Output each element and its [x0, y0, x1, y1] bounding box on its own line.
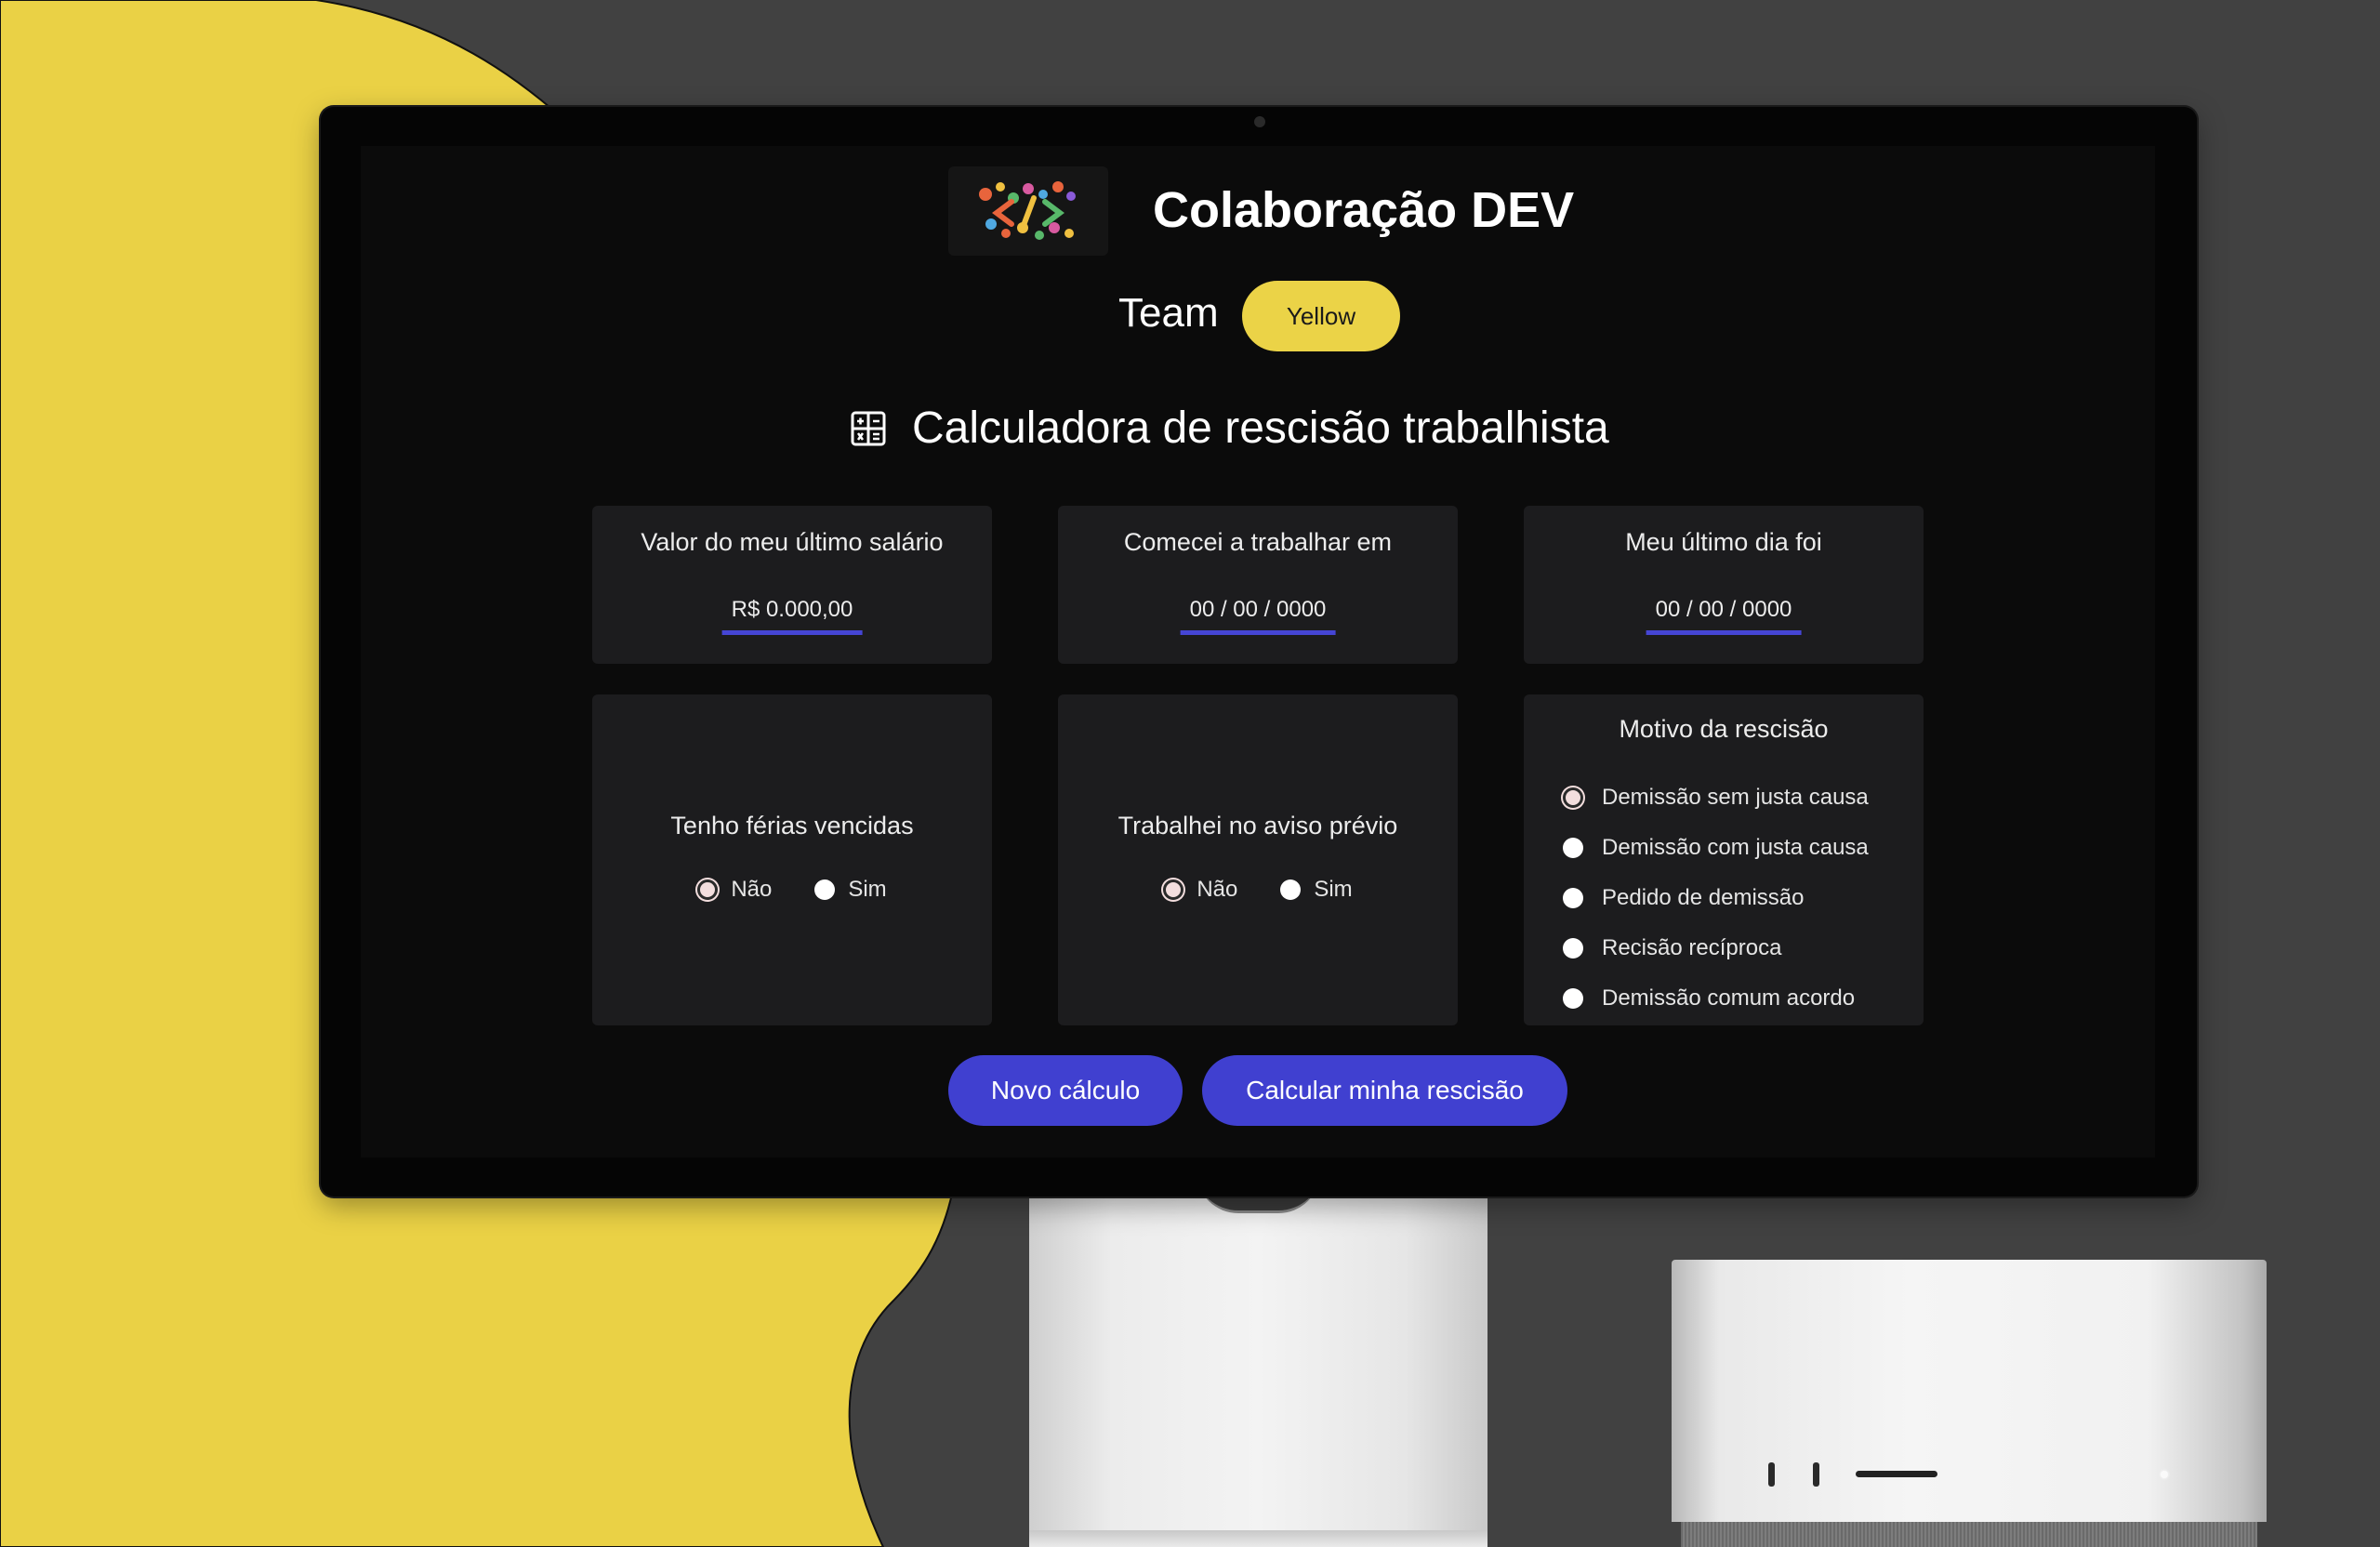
radio-icon: [1280, 879, 1302, 900]
radio-icon: [1563, 938, 1583, 959]
notice-option-sim[interactable]: Sim: [1280, 877, 1353, 903]
option-label: Recisão recíproca: [1602, 935, 1782, 960]
monitor-stand: [1029, 1171, 1488, 1547]
notice-radio-group: Não Sim: [1058, 877, 1458, 903]
stand-foot: [1029, 1530, 1488, 1547]
option-label: Não: [1197, 877, 1238, 902]
calculator-icon: [851, 411, 886, 446]
calculator-title: Calculadora de rescisão trabalhista: [912, 403, 1609, 453]
radio-icon: [1563, 988, 1583, 1009]
monitor: Colaboração DEV Team Yellow Calculadora …: [321, 107, 2197, 1197]
power-led: [2161, 1471, 2168, 1478]
radio-icon: [814, 879, 836, 900]
option-label: Demissão com justa causa: [1602, 835, 1869, 860]
start-date-card: Comecei a trabalhar em 00 / 00 / 0000: [1058, 506, 1458, 664]
sd-card-slot: [1856, 1471, 1937, 1477]
app-title: Colaboração DEV: [1153, 182, 1575, 238]
end-date-card: Meu último dia foi 00 / 00 / 0000: [1524, 506, 1924, 664]
usb-port: [1813, 1462, 1819, 1487]
notice-label: Trabalhei no aviso prévio: [1117, 812, 1398, 840]
app-screen: Colaboração DEV Team Yellow Calculadora …: [361, 146, 2155, 1157]
mac-studio-base: [1681, 1522, 2257, 1547]
reason-option[interactable]: Pedido de demissão: [1563, 873, 1869, 923]
end-date-input[interactable]: 00 / 00 / 0000: [1646, 597, 1802, 635]
option-label: Pedido de demissão: [1602, 885, 1805, 910]
end-date-label: Meu último dia foi: [1625, 528, 1822, 556]
radio-icon: [1563, 838, 1583, 858]
salary-card: Valor do meu último salário R$ 0.000,00: [592, 506, 992, 664]
camera-icon: [1254, 116, 1265, 127]
reason-label: Motivo da rescisão: [1619, 715, 1829, 743]
option-label: Demissão comum acordo: [1602, 985, 1856, 1011]
reason-option[interactable]: Recisão recíproca: [1563, 923, 1869, 973]
usb-port: [1768, 1462, 1775, 1487]
option-label: Demissão sem justa causa: [1602, 785, 1869, 810]
notice-option-nao[interactable]: Não: [1163, 877, 1237, 903]
start-date-input[interactable]: 00 / 00 / 0000: [1180, 597, 1336, 635]
vacation-option-sim[interactable]: Sim: [814, 877, 887, 903]
colorful-code-logo-icon: [979, 181, 1076, 240]
calculate-button[interactable]: Calcular minha rescisão: [1202, 1055, 1567, 1126]
reason-option[interactable]: Demissão com justa causa: [1563, 823, 1869, 873]
option-label: Sim: [848, 877, 887, 902]
start-date-label: Comecei a trabalhar em: [1123, 528, 1393, 556]
new-calculation-button[interactable]: Novo cálculo: [948, 1055, 1183, 1126]
radio-icon: [1563, 888, 1583, 908]
app-logo: [948, 166, 1108, 256]
reason-option[interactable]: Demissão comum acordo: [1563, 973, 1869, 1024]
reason-option[interactable]: Demissão sem justa causa: [1563, 773, 1869, 823]
team-label: Team: [1118, 290, 1219, 336]
radio-selected-icon: [1163, 879, 1184, 900]
team-badge: Yellow: [1242, 281, 1400, 351]
mac-studio-device: [1672, 1260, 2267, 1547]
reason-radio-group: Demissão sem justa causa Demissão com ju…: [1563, 773, 1869, 1024]
salary-input[interactable]: R$ 0.000,00: [721, 597, 863, 635]
reason-card: Motivo da rescisão Demissão sem justa ca…: [1524, 694, 1924, 1025]
notice-card: Trabalhei no aviso prévio Não Sim: [1058, 694, 1458, 1025]
option-label: Sim: [1314, 877, 1353, 902]
vacation-label: Tenho férias vencidas: [670, 812, 914, 840]
vacation-radio-group: Não Sim: [592, 877, 992, 903]
vacation-card: Tenho férias vencidas Não Sim: [592, 694, 992, 1025]
vacation-option-nao[interactable]: Não: [697, 877, 772, 903]
salary-label: Valor do meu último salário: [641, 528, 944, 556]
radio-selected-icon: [697, 879, 719, 900]
option-label: Não: [731, 877, 773, 902]
radio-selected-icon: [1563, 787, 1583, 808]
